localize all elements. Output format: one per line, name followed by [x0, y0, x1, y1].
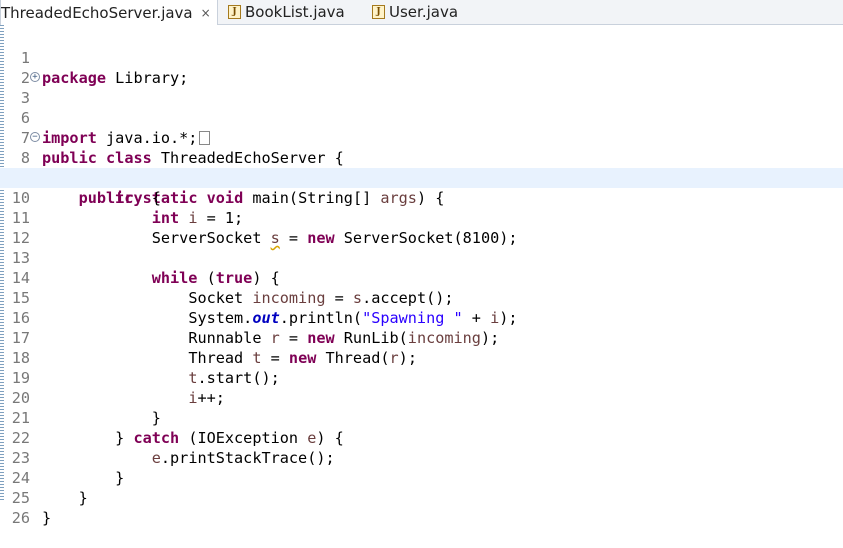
code-line: 20 } [0, 368, 843, 427]
code-line: 9 try { [0, 148, 843, 207]
code-line: 17 Thread t = new Thread(r); [0, 308, 843, 367]
tab-user[interactable]: J User.java [372, 0, 458, 24]
code-line: 6 [0, 88, 843, 127]
tab-label: ThreadedEchoServer.java [1, 3, 193, 22]
collapse-fold-icon[interactable]: − [30, 132, 40, 142]
expand-fold-icon[interactable]: + [30, 72, 40, 82]
code-line: 16 Runnable r = new RunLib(incoming); [0, 288, 843, 347]
close-tab-icon[interactable]: × [201, 6, 211, 20]
code-line: 1 package Library; [0, 28, 843, 87]
editor-tab-bar: ThreadedEchoServer.java × J BookList.jav… [0, 0, 843, 25]
tab-booklist[interactable]: J BookList.java [228, 0, 345, 24]
java-file-icon: J [372, 5, 385, 19]
code-line: 3 + import java.io.*; [0, 68, 843, 147]
line-number: 26 [11, 509, 30, 527]
code-line: 14 Socket incoming = s.accept(); [0, 248, 843, 307]
code-line: 18 t.start(); [0, 328, 843, 387]
code-editor[interactable]: 1 package Library; 2 3 + import java.io.… [0, 25, 843, 527]
code-line: 25 } [0, 468, 843, 527]
tab-threadedechoserver[interactable]: ThreadedEchoServer.java × [0, 0, 218, 25]
code-line: 8 − public static void main(String[] arg… [0, 128, 843, 207]
code-line: 15 System.out.println("Spawning " + i); [0, 268, 843, 327]
code-line: 23 } [0, 428, 843, 487]
code-line: 2 [0, 48, 843, 87]
tab-label: BookList.java [245, 3, 345, 21]
code-line: 24 } [0, 448, 843, 507]
code-line: 22 e.printStackTrace(); [0, 408, 843, 467]
code-line: 26 [0, 488, 843, 527]
code-line: 11 ServerSocket s = new ServerSocket(810… [0, 188, 843, 247]
code-line: 7 public class ThreadedEchoServer { [0, 108, 843, 167]
code-line: 13 while (true) { [0, 228, 843, 287]
java-file-icon: J [228, 5, 241, 19]
code-line: 12 [0, 208, 843, 247]
code-line: 21 } catch (IOException e) { [0, 388, 843, 447]
current-line: 10 int i = 1; [0, 168, 843, 227]
code-line: 19 i++; [0, 348, 843, 407]
tab-label: User.java [389, 3, 459, 21]
